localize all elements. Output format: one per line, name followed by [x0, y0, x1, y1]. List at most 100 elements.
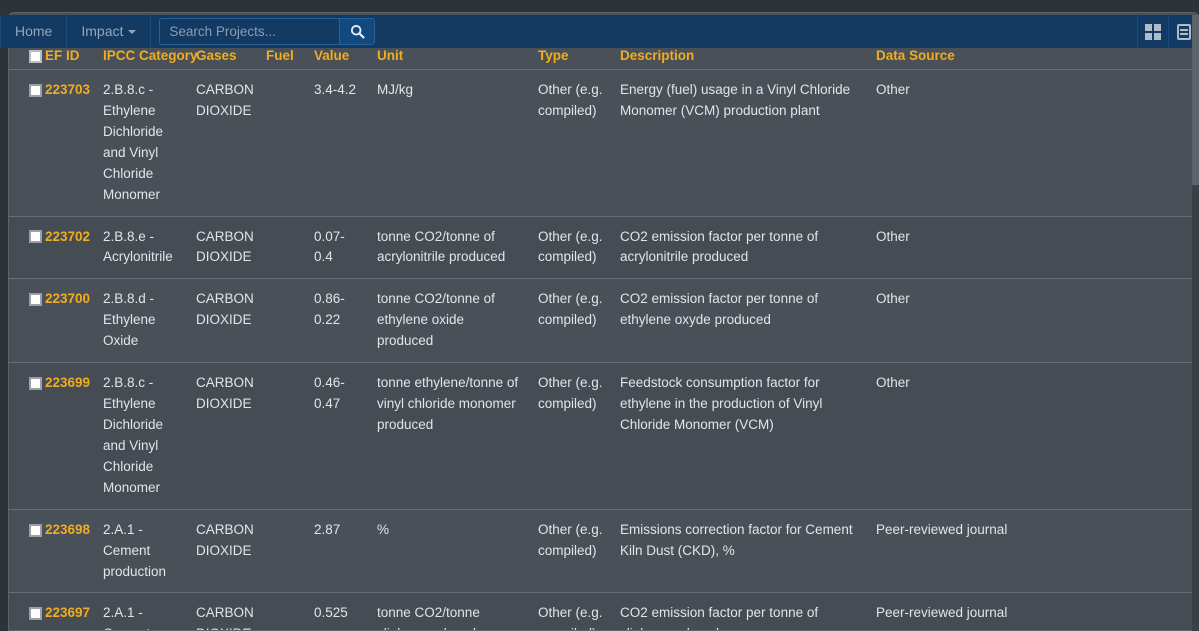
cell-ef-id: 223698: [37, 509, 95, 593]
table-row[interactable]: 223700 2.B.8.d - Ethylene OxideCARBON DIO…: [9, 279, 1199, 363]
cell-value: 0.525: [306, 593, 369, 631]
cell-ipcc-category: 2.B.8.c - Ethylene Dichloride and Vinyl …: [95, 70, 188, 217]
app-root: EF ID IPCC Category Gases Fuel Value Uni…: [0, 0, 1199, 631]
cell-type: Other (e.g. compiled): [530, 509, 612, 593]
cell-ef-id: 223702: [37, 216, 95, 279]
cell-value: 0.07-0.4: [306, 216, 369, 279]
table-row[interactable]: 223697 2.A.1 - Cement productionCARBON DI…: [9, 593, 1199, 631]
cell-ipcc-category: 2.A.1 - Cement production: [95, 509, 188, 593]
grid-view-icon: [1145, 24, 1161, 40]
cell-unit: %: [369, 509, 530, 593]
cell-fuel: [258, 509, 306, 593]
cell-description: Emissions correction factor for Cement K…: [612, 509, 868, 593]
cell-ef-id: 223697: [37, 593, 95, 631]
cell-description: CO2 emission factor per tonne of ethylen…: [612, 279, 868, 363]
row-checkbox[interactable]: [29, 230, 42, 243]
cell-fuel: [258, 593, 306, 631]
nav-item-home[interactable]: Home: [0, 15, 67, 48]
card-view-icon: [1177, 24, 1191, 40]
cell-gases: CARBON DIOXIDE: [188, 279, 258, 363]
cell-data-source: Peer-reviewed journal: [868, 593, 1199, 631]
row-checkbox[interactable]: [29, 293, 42, 306]
cell-fuel: [258, 70, 306, 217]
table-body: 223703 2.B.8.c - Ethylene Dichloride and …: [9, 70, 1199, 631]
cell-data-source: Other: [868, 363, 1199, 510]
row-select-cell: [9, 279, 37, 363]
table-row[interactable]: 223703 2.B.8.c - Ethylene Dichloride and …: [9, 70, 1199, 217]
nav-item-impact-label: Impact: [81, 23, 123, 39]
cell-fuel: [258, 363, 306, 510]
cell-unit: tonne ethylene/tonne of vinyl chloride m…: [369, 363, 530, 510]
cell-fuel: [258, 279, 306, 363]
nav-item-impact[interactable]: Impact: [67, 15, 151, 48]
cell-gases: CARBON DIOXIDE: [188, 509, 258, 593]
cell-gases: CARBON DIOXIDE: [188, 363, 258, 510]
cell-ef-id: 223703: [37, 70, 95, 217]
vertical-scrollbar-thumb[interactable]: [1192, 15, 1199, 185]
cell-type: Other (e.g. compiled): [530, 363, 612, 510]
cell-value: 0.86-0.22: [306, 279, 369, 363]
cell-value: 2.87: [306, 509, 369, 593]
cell-type: Other (e.g. compiled): [530, 593, 612, 631]
table-row[interactable]: 223699 2.B.8.c - Ethylene Dichloride and …: [9, 363, 1199, 510]
cell-data-source: Other: [868, 279, 1199, 363]
chevron-down-icon: [128, 30, 136, 34]
row-select-cell: [9, 70, 37, 217]
table-row[interactable]: 223698 2.A.1 - Cement productionCARBON DI…: [9, 509, 1199, 593]
cell-fuel: [258, 216, 306, 279]
ef-id-link[interactable]: 223702: [45, 229, 90, 244]
cell-description: Energy (fuel) usage in a Vinyl Chloride …: [612, 70, 868, 217]
cell-description: CO2 emission factor per tonne of clinker…: [612, 593, 868, 631]
row-checkbox[interactable]: [29, 607, 42, 620]
row-select-cell: [9, 593, 37, 631]
cell-ipcc-category: 2.A.1 - Cement production: [95, 593, 188, 631]
navbar-right-group: [1137, 15, 1199, 48]
table-row[interactable]: 223702 2.B.8.e - AcrylonitrileCARBON DIOX…: [9, 216, 1199, 279]
cell-value: 3.4-4.2: [306, 70, 369, 217]
cell-type: Other (e.g. compiled): [530, 70, 612, 217]
search-input[interactable]: [159, 18, 339, 45]
ef-id-link[interactable]: 223698: [45, 522, 90, 537]
cell-gases: CARBON DIOXIDE: [188, 593, 258, 631]
cell-gases: CARBON DIOXIDE: [188, 216, 258, 279]
navbar-left-group: Home Impact: [0, 15, 375, 48]
top-navbar: Home Impact: [0, 15, 1199, 48]
select-all-checkbox[interactable]: [29, 50, 42, 63]
row-select-cell: [9, 363, 37, 510]
ef-id-link[interactable]: 223699: [45, 375, 90, 390]
cell-value: 0.46-0.47: [306, 363, 369, 510]
row-checkbox[interactable]: [29, 84, 42, 97]
cell-type: Other (e.g. compiled): [530, 216, 612, 279]
ef-id-link[interactable]: 223697: [45, 605, 90, 620]
row-select-cell: [9, 216, 37, 279]
cell-data-source: Other: [868, 216, 1199, 279]
cell-unit: tonne CO2/tonne of ethylene oxide produc…: [369, 279, 530, 363]
search-icon: [350, 24, 365, 39]
row-select-cell: [9, 509, 37, 593]
emission-factors-table: EF ID IPCC Category Gases Fuel Value Uni…: [9, 44, 1199, 631]
page-container: EF ID IPCC Category Gases Fuel Value Uni…: [8, 12, 1199, 631]
ef-id-link[interactable]: 223703: [45, 82, 90, 97]
ef-id-link[interactable]: 223700: [45, 291, 90, 306]
cell-ipcc-category: 2.B.8.d - Ethylene Oxide: [95, 279, 188, 363]
grid-view-button[interactable]: [1137, 15, 1168, 48]
cell-data-source: Peer-reviewed journal: [868, 509, 1199, 593]
search-group: [159, 18, 375, 45]
cell-ef-id: 223699: [37, 363, 95, 510]
table-scroll-region[interactable]: EF ID IPCC Category Gases Fuel Value Uni…: [9, 13, 1199, 631]
cell-gases: CARBON DIOXIDE: [188, 70, 258, 217]
cell-ipcc-category: 2.B.8.e - Acrylonitrile: [95, 216, 188, 279]
search-button[interactable]: [339, 18, 375, 45]
cell-description: CO2 emission factor per tonne of acrylon…: [612, 216, 868, 279]
cell-unit: MJ/kg: [369, 70, 530, 217]
row-checkbox[interactable]: [29, 524, 42, 537]
cell-ef-id: 223700: [37, 279, 95, 363]
nav-item-home-label: Home: [15, 23, 52, 39]
cell-description: Feedstock consumption factor for ethylen…: [612, 363, 868, 510]
cell-type: Other (e.g. compiled): [530, 279, 612, 363]
row-checkbox[interactable]: [29, 377, 42, 390]
cell-ipcc-category: 2.B.8.c - Ethylene Dichloride and Vinyl …: [95, 363, 188, 510]
cell-unit: tonne CO2/tonne clinker produced: [369, 593, 530, 631]
cell-unit: tonne CO2/tonne of acrylonitrile produce…: [369, 216, 530, 279]
cell-data-source: Other: [868, 70, 1199, 217]
